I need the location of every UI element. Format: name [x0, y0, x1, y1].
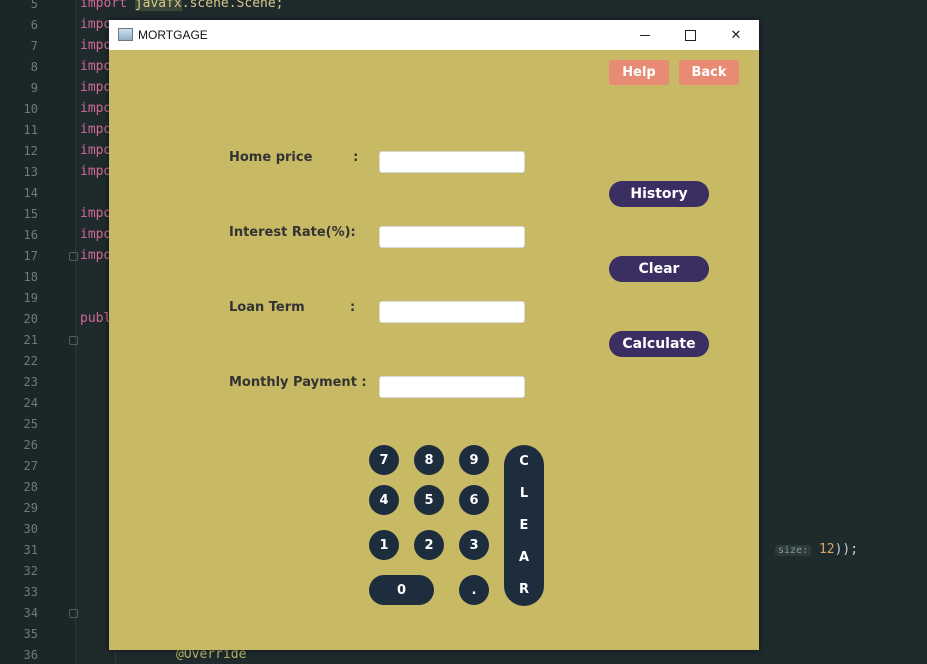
- line-number: 11: [23, 123, 38, 137]
- minimize-button[interactable]: [622, 20, 668, 50]
- history-button[interactable]: History: [609, 181, 709, 207]
- code-line: impo: [80, 227, 112, 242]
- calculate-button[interactable]: Calculate: [609, 331, 709, 357]
- code-line: size: 12));: [775, 542, 858, 559]
- code-line: publ: [80, 311, 112, 326]
- line-number: 28: [23, 480, 38, 494]
- keypad-9-button[interactable]: 9: [459, 445, 489, 475]
- line-number: 20: [23, 312, 38, 326]
- parameter-hint: size:: [775, 545, 812, 556]
- code-number: 12: [818, 542, 835, 557]
- loan-term-label: Loan Term :: [229, 300, 356, 315]
- fold-marker-icon[interactable]: [69, 609, 78, 618]
- app-window-icon: [118, 28, 133, 41]
- keypad-clear-button[interactable]: C L E A R: [504, 445, 544, 606]
- code-type: javafx: [134, 0, 182, 11]
- code-text: .scene.Scene;: [181, 0, 284, 11]
- line-number: 8: [30, 60, 38, 74]
- help-button[interactable]: Help: [609, 60, 669, 85]
- line-number-gutter: 5 6 7 8 9 10 11 12 13 14 15 16 17 18 19 …: [0, 0, 76, 664]
- code-line: impo: [80, 164, 112, 179]
- code-keyword: import: [80, 0, 127, 11]
- line-number: 24: [23, 396, 38, 410]
- keypad-6-button[interactable]: 6: [459, 485, 489, 515]
- keypad-0-button[interactable]: 0: [369, 575, 434, 605]
- line-number: 16: [23, 228, 38, 242]
- close-icon: ✕: [730, 27, 742, 43]
- line-number: 12: [23, 144, 38, 158]
- loan-term-input[interactable]: [379, 301, 525, 323]
- line-number: 17: [23, 249, 38, 263]
- keypad-5-button[interactable]: 5: [414, 485, 444, 515]
- keypad-8-button[interactable]: 8: [414, 445, 444, 475]
- line-number: 22: [23, 354, 38, 368]
- keypad-clear-letter: R: [518, 582, 529, 597]
- interest-rate-label: Interest Rate(%):: [229, 225, 356, 240]
- line-number: 35: [23, 627, 38, 641]
- line-number: 34: [23, 606, 38, 620]
- line-number: 26: [23, 438, 38, 452]
- keypad-3-button[interactable]: 3: [459, 530, 489, 560]
- line-number: 29: [23, 501, 38, 515]
- code-line: impo: [80, 122, 112, 137]
- maximize-icon: [684, 29, 696, 41]
- code-line: impo: [80, 17, 112, 32]
- keypad-1-button[interactable]: 1: [369, 530, 399, 560]
- code-text: ));: [834, 542, 859, 557]
- line-number: 5: [30, 0, 38, 11]
- line-number: 31: [23, 543, 38, 557]
- line-number: 13: [23, 165, 38, 179]
- keypad-7-button[interactable]: 7: [369, 445, 399, 475]
- line-number: 27: [23, 459, 38, 473]
- clear-button[interactable]: Clear: [609, 256, 709, 282]
- minimize-icon: [640, 34, 650, 36]
- line-number: 18: [23, 270, 38, 284]
- monthly-payment-label: Monthly Payment :: [229, 375, 367, 390]
- line-number: 32: [23, 564, 38, 578]
- keypad-decimal-button[interactable]: .: [459, 575, 489, 605]
- app-content: Help Back Home price : Interest Rate(%):…: [109, 50, 759, 650]
- keypad-2-button[interactable]: 2: [414, 530, 444, 560]
- code-line: impo: [80, 206, 112, 221]
- keypad-4-button[interactable]: 4: [369, 485, 399, 515]
- code-line: impo: [80, 101, 112, 116]
- line-number: 36: [23, 648, 38, 662]
- line-number: 6: [30, 18, 38, 32]
- line-number: 14: [23, 186, 38, 200]
- line-number: 25: [23, 417, 38, 431]
- maximize-button[interactable]: [667, 20, 713, 50]
- title-bar[interactable]: MORTGAGE ✕: [109, 20, 759, 50]
- line-number: 10: [23, 102, 38, 116]
- keypad-clear-letter: E: [519, 518, 529, 533]
- window-title: MORTGAGE: [138, 28, 208, 42]
- keypad-clear-letter: A: [518, 550, 530, 565]
- code-line: impo: [80, 38, 112, 53]
- line-number: 15: [23, 207, 38, 221]
- line-number: 23: [23, 375, 38, 389]
- keypad-clear-letter: L: [519, 486, 529, 501]
- line-number: 9: [30, 81, 38, 95]
- fold-marker-icon[interactable]: [69, 336, 78, 345]
- mortgage-window: MORTGAGE ✕ Help Back Home price : Intere…: [109, 20, 759, 650]
- back-button[interactable]: Back: [679, 60, 739, 85]
- code-line: import javafx.scene.Scene;: [80, 0, 284, 12]
- line-number: 7: [30, 39, 38, 53]
- home-price-input[interactable]: [379, 151, 525, 173]
- code-line: impo: [80, 143, 112, 158]
- keypad-clear-letter: C: [519, 454, 529, 469]
- line-number: 33: [23, 585, 38, 599]
- interest-rate-input[interactable]: [379, 226, 525, 248]
- monthly-payment-output[interactable]: [379, 376, 525, 398]
- code-line: impo: [80, 59, 112, 74]
- line-number: 19: [23, 291, 38, 305]
- close-button[interactable]: ✕: [713, 20, 759, 50]
- home-price-label: Home price :: [229, 150, 359, 165]
- code-line: impo: [80, 80, 112, 95]
- line-number: 21: [23, 333, 38, 347]
- fold-marker-icon[interactable]: [69, 252, 78, 261]
- line-number: 30: [23, 522, 38, 536]
- code-line: impo: [80, 248, 112, 263]
